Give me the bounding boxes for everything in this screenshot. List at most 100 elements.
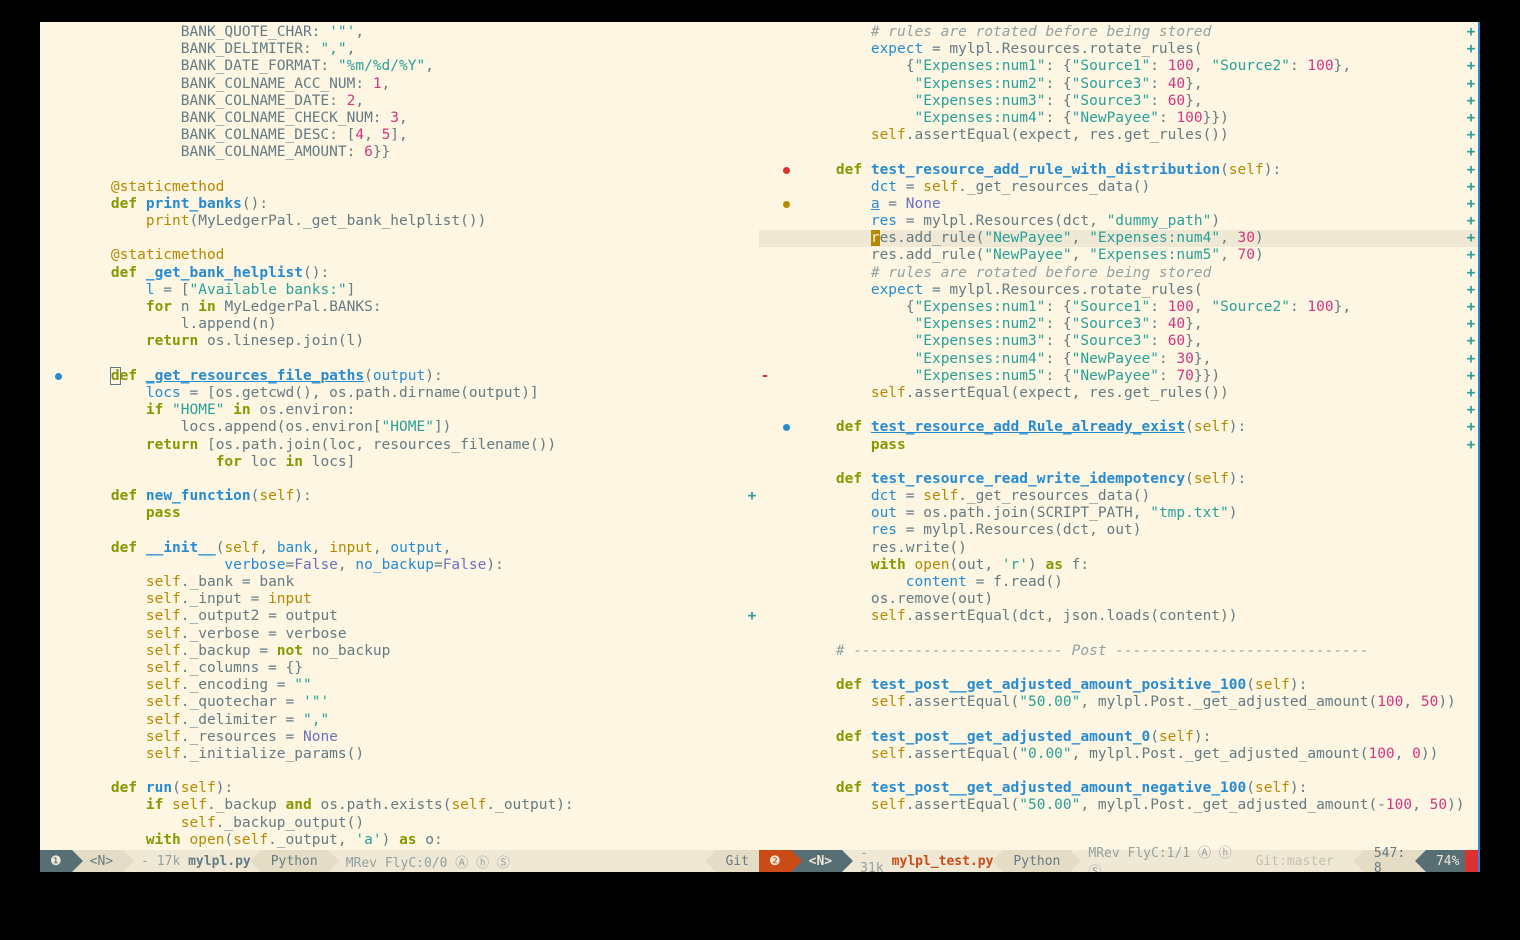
code-line[interactable]: return [os.path.join(loc, resources_file…: [40, 437, 759, 454]
code-line[interactable]: with open(out, 'r') as f:: [759, 557, 1478, 574]
code-line[interactable]: expect = mylpl.Resources.rotate_rules(+: [759, 282, 1478, 299]
code-line[interactable]: out = os.path.join(SCRIPT_PATH, "tmp.txt…: [759, 505, 1478, 522]
code-line[interactable]: if "HOME" in os.environ:: [40, 402, 759, 419]
code-line[interactable]: with open(self._output, 'a') as o:: [40, 832, 759, 849]
code-line[interactable]: self.assertEqual(expect, res.get_rules()…: [759, 127, 1478, 144]
code-line[interactable]: [40, 522, 759, 539]
code-line[interactable]: self.assertEqual(expect, res.get_rules()…: [759, 385, 1478, 402]
code-line[interactable]: self._columns = {}: [40, 660, 759, 677]
code-line[interactable]: [759, 712, 1478, 729]
code-line[interactable]: @staticmethod: [40, 179, 759, 196]
code-line[interactable]: [40, 351, 759, 368]
code-line[interactable]: dct = self._get_resources_data(): [759, 488, 1478, 505]
code-line[interactable]: self._encoding = "": [40, 677, 759, 694]
code-line[interactable]: l.append(n): [40, 316, 759, 333]
code-line[interactable]: BANK_DATE_FORMAT: "%m/%d/%Y",: [40, 58, 759, 75]
code-line[interactable]: self._input = input: [40, 591, 759, 608]
code-line[interactable]: BANK_COLNAME_DESC: [4, 5],: [40, 127, 759, 144]
code-line[interactable]: verbose=False, no_backup=False):: [40, 557, 759, 574]
code-line[interactable]: self._resources = None: [40, 729, 759, 746]
code-line[interactable]: def _get_bank_helplist():: [40, 265, 759, 282]
code-line[interactable]: for n in MyLedgerPal.BANKS:: [40, 299, 759, 316]
code-line[interactable]: +: [759, 144, 1478, 161]
code-line[interactable]: def new_function(self):+: [40, 488, 759, 505]
code-line[interactable]: l = ["Available banks:"]: [40, 282, 759, 299]
code-line[interactable]: def test_post__get_adjusted_amount_posit…: [759, 677, 1478, 694]
code-line[interactable]: def __init__(self, bank, input, output,: [40, 540, 759, 557]
code-line[interactable]: # rules are rotated before being stored+: [759, 24, 1478, 41]
code-line[interactable]: locs.append(os.environ["HOME"]): [40, 419, 759, 436]
code-line[interactable]: BANK_COLNAME_CHECK_NUM: 3,: [40, 110, 759, 127]
code-line[interactable]: [759, 660, 1478, 677]
right-code-area[interactable]: # rules are rotated before being stored+…: [759, 22, 1478, 850]
code-line[interactable]: dct = self._get_resources_data()+: [759, 179, 1478, 196]
code-line[interactable]: [40, 471, 759, 488]
code-line[interactable]: def _get_resources_file_paths(output):: [40, 368, 759, 385]
code-line[interactable]: expect = mylpl.Resources.rotate_rules(+: [759, 41, 1478, 58]
code-line[interactable]: self.assertEqual("50.00", mylpl.Post._ge…: [759, 797, 1478, 814]
code-line[interactable]: # rules are rotated before being stored+: [759, 265, 1478, 282]
code-line[interactable]: a = None+: [759, 196, 1478, 213]
code-line[interactable]: "Expenses:num2": {"Source3": 40},+: [759, 316, 1478, 333]
left-code-area[interactable]: BANK_QUOTE_CHAR: '"', BANK_DELIMITER: ",…: [40, 22, 759, 850]
code-line[interactable]: content = f.read(): [759, 574, 1478, 591]
code-line[interactable]: [759, 454, 1478, 471]
code-line[interactable]: [40, 162, 759, 179]
code-line[interactable]: def run(self):: [40, 780, 759, 797]
code-line[interactable]: "Expenses:num3": {"Source3": 60},+: [759, 333, 1478, 350]
code-line[interactable]: pass+: [759, 437, 1478, 454]
code-line[interactable]: self._quotechar = '"': [40, 694, 759, 711]
code-line[interactable]: def test_post__get_adjusted_amount_negat…: [759, 780, 1478, 797]
code-line[interactable]: - "Expenses:num5": {"NewPayee": 70}})+: [759, 368, 1478, 385]
split-container: BANK_QUOTE_CHAR: '"', BANK_DELIMITER: ",…: [40, 22, 1480, 872]
code-line[interactable]: res.add_rule("NewPayee", "Expenses:num5"…: [759, 247, 1478, 264]
code-line[interactable]: res.write(): [759, 540, 1478, 557]
code-line[interactable]: self.assertEqual("50.00", mylpl.Post._ge…: [759, 694, 1478, 711]
code-line[interactable]: pass: [40, 505, 759, 522]
code-line[interactable]: # ------------------------ Post --------…: [759, 643, 1478, 660]
code-line[interactable]: res.add_rule("NewPayee", "Expenses:num4"…: [759, 230, 1478, 247]
code-line[interactable]: self._bank = bank: [40, 574, 759, 591]
code-line[interactable]: "Expenses:num2": {"Source3": 40},+: [759, 76, 1478, 93]
code-line[interactable]: [40, 763, 759, 780]
left-pane[interactable]: BANK_QUOTE_CHAR: '"', BANK_DELIMITER: ",…: [40, 22, 759, 872]
code-line[interactable]: {"Expenses:num1": {"Source1": 100, "Sour…: [759, 299, 1478, 316]
code-line[interactable]: print(MyLedgerPal._get_bank_helplist()): [40, 213, 759, 230]
code-line[interactable]: self._initialize_params(): [40, 746, 759, 763]
code-line[interactable]: self.assertEqual(dct, json.loads(content…: [759, 608, 1478, 625]
win-num: ❶: [50, 854, 62, 869]
code-line[interactable]: if self._backup and os.path.exists(self.…: [40, 797, 759, 814]
code-line[interactable]: locs = [os.getcwd(), os.path.dirname(out…: [40, 385, 759, 402]
code-line[interactable]: for loc in locs]: [40, 454, 759, 471]
code-line[interactable]: "Expenses:num4": {"NewPayee": 30},+: [759, 351, 1478, 368]
code-line[interactable]: def test_post__get_adjusted_amount_0(sel…: [759, 729, 1478, 746]
code-line[interactable]: self._verbose = verbose: [40, 626, 759, 643]
code-line[interactable]: [759, 626, 1478, 643]
code-line[interactable]: BANK_QUOTE_CHAR: '"',: [40, 24, 759, 41]
code-line[interactable]: BANK_COLNAME_ACC_NUM: 1,: [40, 76, 759, 93]
code-line[interactable]: res = mylpl.Resources(dct, "dummy_path")…: [759, 213, 1478, 230]
code-line[interactable]: def test_resource_add_Rule_already_exist…: [759, 419, 1478, 436]
right-pane[interactable]: # rules are rotated before being stored+…: [759, 22, 1480, 872]
code-line[interactable]: "Expenses:num4": {"NewPayee": 100}})+: [759, 110, 1478, 127]
code-line[interactable]: self._output2 = output+: [40, 608, 759, 625]
code-line[interactable]: BANK_COLNAME_AMOUNT: 6}}: [40, 144, 759, 161]
code-line[interactable]: [40, 230, 759, 247]
code-line[interactable]: return os.linesep.join(l): [40, 333, 759, 350]
code-line[interactable]: def test_resource_add_rule_with_distribu…: [759, 162, 1478, 179]
code-line[interactable]: self.assertEqual("0.00", mylpl.Post._get…: [759, 746, 1478, 763]
code-line[interactable]: def print_banks():: [40, 196, 759, 213]
code-line[interactable]: +: [759, 402, 1478, 419]
code-line[interactable]: def test_resource_read_write_idempotency…: [759, 471, 1478, 488]
code-line[interactable]: self._backup = not no_backup: [40, 643, 759, 660]
code-line[interactable]: self._delimiter = ",": [40, 712, 759, 729]
code-line[interactable]: BANK_COLNAME_DATE: 2,: [40, 93, 759, 110]
code-line[interactable]: [759, 763, 1478, 780]
code-line[interactable]: os.remove(out): [759, 591, 1478, 608]
code-line[interactable]: "Expenses:num3": {"Source3": 60},+: [759, 93, 1478, 110]
code-line[interactable]: self._backup_output(): [40, 815, 759, 832]
code-line[interactable]: BANK_DELIMITER: ",",: [40, 41, 759, 58]
code-line[interactable]: res = mylpl.Resources(dct, out): [759, 522, 1478, 539]
code-line[interactable]: {"Expenses:num1": {"Source1": 100, "Sour…: [759, 58, 1478, 75]
code-line[interactable]: @staticmethod: [40, 247, 759, 264]
